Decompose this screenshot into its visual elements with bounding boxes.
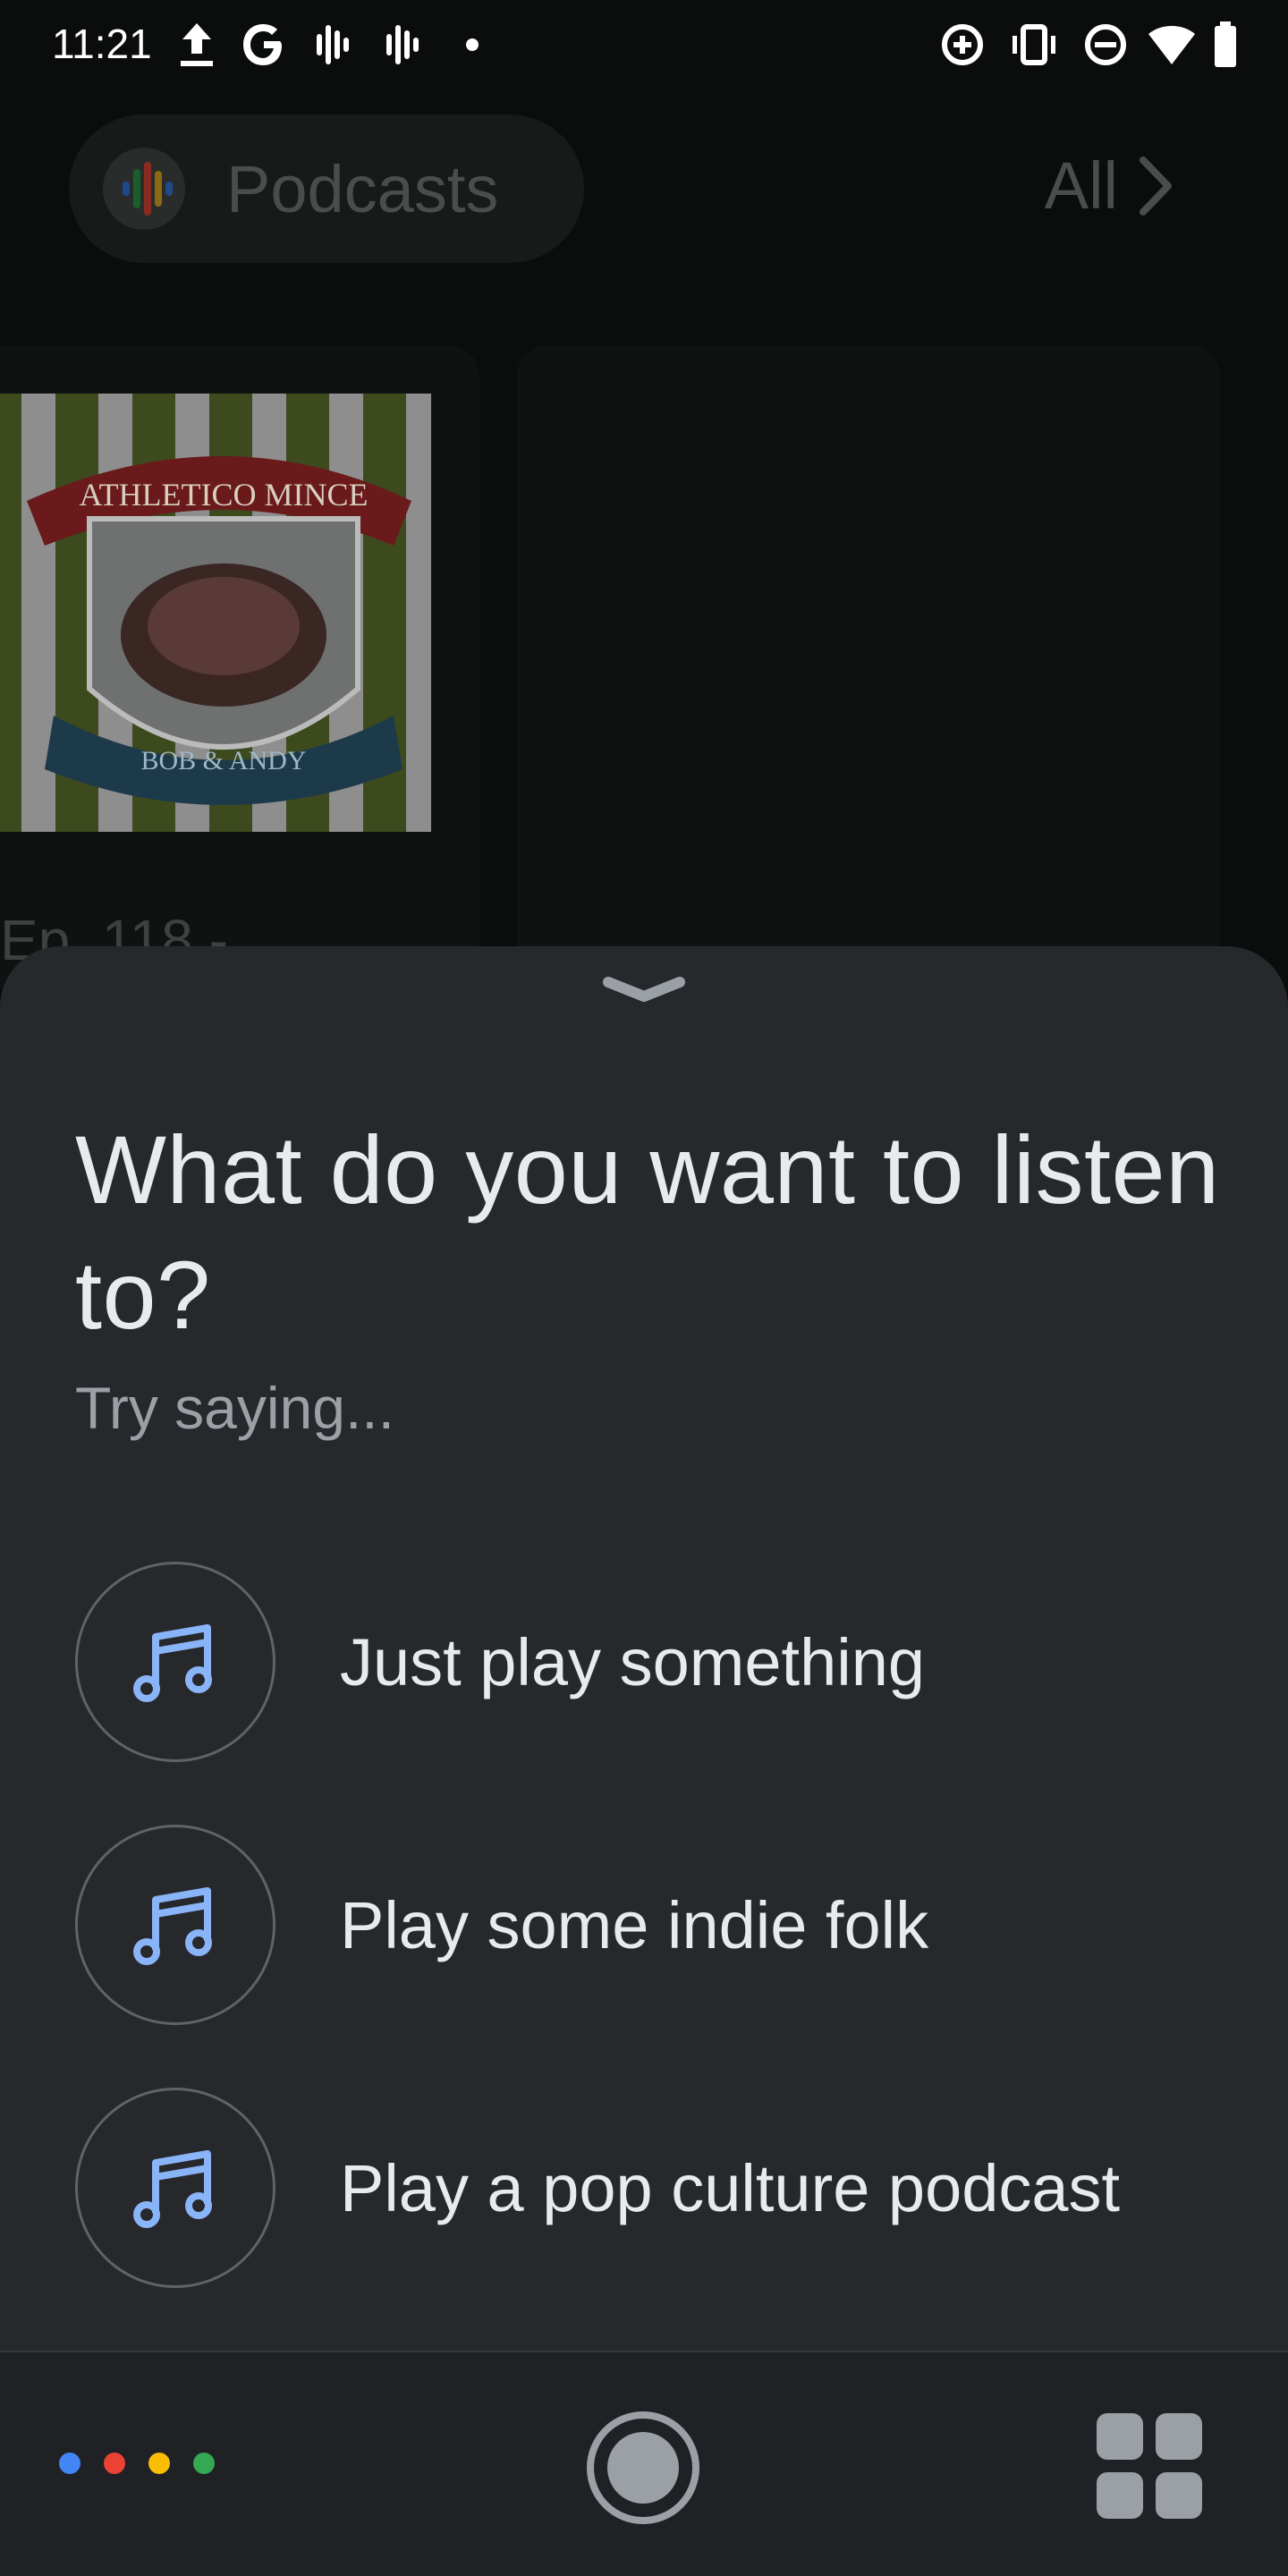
status-time: 11:21 bbox=[52, 21, 152, 67]
podcasts-chip-label: Podcasts bbox=[226, 151, 499, 226]
suggestion-chip-just-play[interactable]: Just play something bbox=[75, 1562, 1238, 1762]
google-g-icon bbox=[243, 24, 282, 65]
assistant-dot-green bbox=[193, 2453, 215, 2474]
suggestion-icon-container bbox=[75, 2088, 275, 2288]
all-link[interactable]: All bbox=[1045, 148, 1174, 224]
chevron-right-icon bbox=[1140, 156, 1172, 216]
voice-input-indicator bbox=[607, 2432, 679, 2504]
collapse-handle-icon[interactable] bbox=[601, 973, 687, 1009]
explore-grid-button[interactable] bbox=[1097, 2413, 1202, 2519]
podcast-artwork: ATHLETICO MINCE BOB & ANDY bbox=[0, 394, 431, 832]
vibrate-icon bbox=[1013, 24, 1055, 65]
music-note-icon bbox=[133, 2150, 212, 2228]
audio-wave-icon-2 bbox=[386, 25, 419, 64]
grid-tile bbox=[1156, 2472, 1202, 2519]
suggestion-chip-indie-folk[interactable]: Play some indie folk bbox=[75, 1825, 1238, 2025]
suggestion-label: Just play something bbox=[340, 1624, 926, 1699]
podcasts-chip[interactable]: Podcasts bbox=[69, 114, 584, 263]
assistant-dot-blue bbox=[59, 2453, 80, 2474]
podcasts-logo-icon bbox=[103, 148, 185, 230]
grid-tile bbox=[1156, 2413, 1202, 2460]
artwork-banner-text: ATHLETICO MINCE bbox=[80, 477, 369, 513]
wifi-icon bbox=[1148, 26, 1195, 64]
all-link-label: All bbox=[1044, 148, 1118, 223]
assistant-bottom-bar bbox=[0, 2351, 1288, 2576]
notification-dot-icon bbox=[466, 38, 479, 51]
artwork-ribbon-text: BOB & ANDY bbox=[140, 746, 306, 775]
battery-icon bbox=[1215, 21, 1236, 67]
assistant-bottom-sheet: What do you want to listen to? Try sayin… bbox=[0, 946, 1288, 2576]
prompt-heading: What do you want to listen to? bbox=[75, 1115, 1220, 1349]
music-note-icon bbox=[133, 1624, 212, 1702]
status-bar: 11:21 bbox=[0, 0, 1288, 89]
episode-card-placeholder[interactable] bbox=[517, 345, 1220, 989]
suggestion-label: Play some indie folk bbox=[340, 1887, 929, 1962]
episode-card[interactable]: ATHLETICO MINCE BOB & ANDY Ep. 118 - bbox=[0, 345, 479, 989]
assistant-dot-yellow bbox=[148, 2453, 170, 2474]
do-not-disturb-icon bbox=[1085, 24, 1126, 65]
grid-tile bbox=[1097, 2413, 1143, 2460]
prompt-hint: Try saying... bbox=[75, 1375, 394, 1441]
assistant-logo-dots bbox=[59, 2453, 238, 2474]
voice-input-button[interactable] bbox=[587, 2411, 699, 2524]
suggestion-chip-pop-culture[interactable]: Play a pop culture podcast bbox=[75, 2088, 1238, 2288]
suggestion-label: Play a pop culture podcast bbox=[340, 2150, 1121, 2225]
suggestion-icon-container bbox=[75, 1562, 275, 1762]
audio-wave-icon bbox=[317, 25, 349, 64]
grid-tile bbox=[1097, 2472, 1143, 2519]
music-note-icon bbox=[133, 1887, 212, 1965]
data-saver-icon bbox=[942, 24, 983, 65]
suggestion-icon-container bbox=[75, 1825, 275, 2025]
upload-icon bbox=[181, 23, 213, 66]
assistant-dot-red bbox=[104, 2453, 125, 2474]
